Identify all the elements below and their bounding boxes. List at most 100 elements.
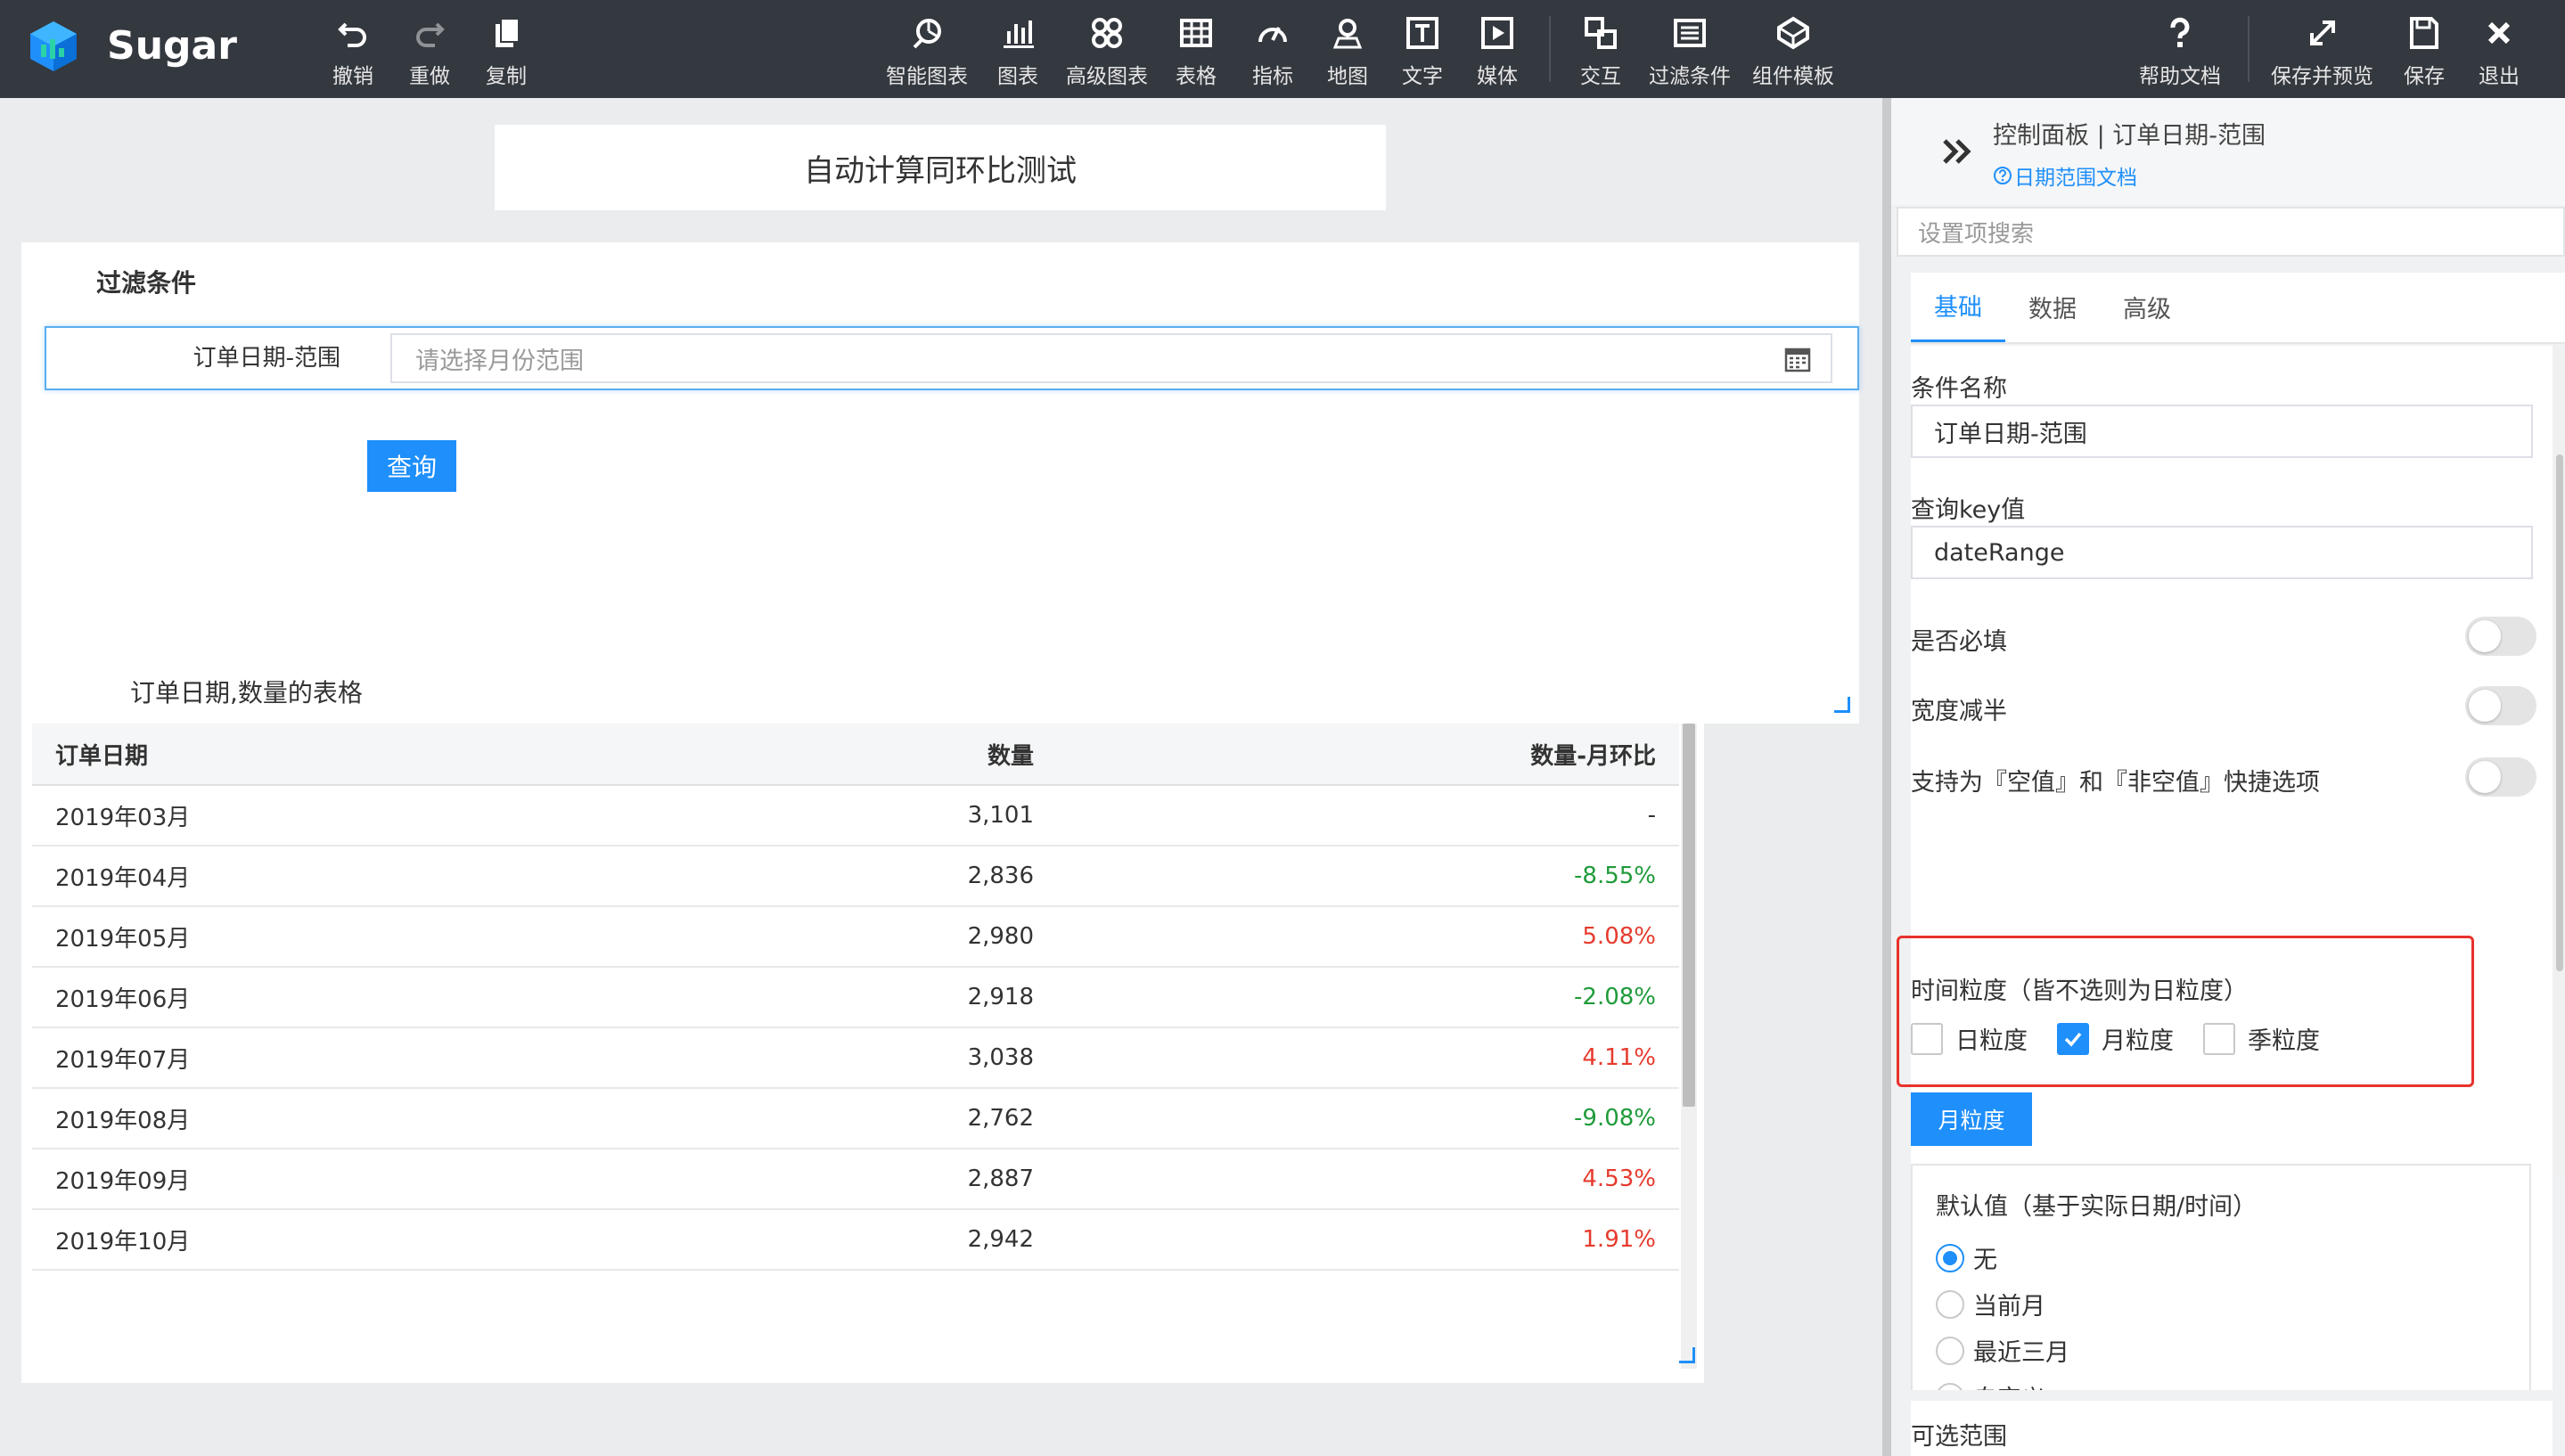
chart-button[interactable]: 图表 — [996, 12, 1039, 89]
redo-button[interactable]: 重做 — [408, 12, 451, 89]
empty-option-toggle[interactable] — [2465, 757, 2536, 797]
cell-qty: 3,038 — [967, 1044, 1034, 1071]
report-title[interactable]: 自动计算同环比测试 — [495, 125, 1386, 210]
column-header-qty[interactable]: 数量 — [567, 738, 1057, 771]
month-range-input[interactable]: 请选择月份范围 — [390, 333, 1832, 383]
default-current-month-radio[interactable]: 当前月 — [1936, 1287, 2045, 1321]
save-and-preview-button[interactable]: 保存并预览 — [2271, 12, 2373, 89]
exit-button[interactable]: 退出 — [2478, 12, 2520, 89]
top-toolbar: Sugar 撤销 重做 复制 智能图表 图表 高级图表 表格 指标 地图 文字 — [0, 0, 2565, 98]
component-template-button[interactable]: 组件模板 — [1752, 12, 1834, 89]
radio-dot — [1936, 1289, 1964, 1319]
smart-chart-button[interactable]: 智能图表 — [886, 12, 968, 89]
settings-search-input[interactable]: 设置项搜索 — [1897, 207, 2565, 257]
copy-button[interactable]: 复制 — [485, 12, 528, 89]
default-last-three-months-radio[interactable]: 最近三月 — [1936, 1333, 2069, 1368]
advanced-chart-button[interactable]: 高级图表 — [1066, 12, 1148, 89]
table-card[interactable]: 订单日期,数量的表格 订单日期 数量 数量-月环比 2019年03月 3,101 -… — [21, 652, 1704, 1383]
tab-data[interactable]: 数据 — [2005, 271, 2100, 342]
table-header-row: 订单日期 数量 数量-月环比 — [32, 724, 1679, 786]
expand-icon — [2301, 12, 2344, 53]
table-button[interactable]: 表格 — [1175, 12, 1217, 89]
granularity-label: 时间粒度（皆不选则为日粒度） — [1911, 977, 2248, 1005]
metric-button[interactable]: 指标 — [1251, 12, 1294, 89]
granularity-day-checkbox[interactable]: 日粒度 — [1911, 1021, 2028, 1056]
condition-name-label: 条件名称 — [1911, 375, 2007, 403]
sugar-logo-icon — [30, 21, 77, 71]
query-key-label: 查询key值 — [1911, 496, 2026, 524]
half-width-label: 宽度减半 — [1911, 698, 2007, 725]
table-scrollbar-thumb[interactable] — [1683, 724, 1695, 1107]
granularity-tag-button[interactable]: 月粒度 — [1911, 1092, 2032, 1146]
table-row[interactable]: 2019年05月 2,980 5.08% — [32, 907, 1679, 968]
checkbox-box — [2057, 1022, 2089, 1055]
query-button[interactable]: 查询 — [367, 440, 456, 492]
panel-section-gap — [1891, 1390, 2565, 1401]
undo-button[interactable]: 撤销 — [332, 12, 374, 89]
table-scrollbar[interactable] — [1681, 724, 1697, 1369]
half-width-toggle[interactable] — [2465, 686, 2536, 725]
filter-card[interactable]: 过滤条件 订单日期-范围 请选择月份范围 查询 — [21, 242, 1859, 724]
copy-icon — [485, 12, 528, 53]
calendar-icon — [1784, 348, 1811, 372]
panel-tabs: 基础 数据 高级 — [1911, 273, 2565, 344]
month-range-placeholder: 请选择月份范围 — [415, 347, 584, 375]
brand-name: Sugar — [107, 23, 237, 69]
table-row[interactable]: 2019年08月 2,762 -9.08% — [32, 1089, 1679, 1149]
panel-scrollbar[interactable] — [2554, 348, 2565, 1176]
required-toggle[interactable] — [2465, 617, 2536, 656]
table-row[interactable]: 2019年10月 2,942 1.91% — [32, 1210, 1679, 1271]
radio-dot — [1936, 1243, 1964, 1272]
cell-mom: -9.08% — [1574, 1105, 1656, 1132]
table-body: 2019年03月 3,101 - 2019年04月 2,836 -8.55% 2019年05… — [32, 786, 1679, 1271]
granularity-highlight-box — [1897, 936, 2474, 1087]
radio-dot — [1936, 1336, 1964, 1365]
cell-mom: -2.08% — [1574, 984, 1656, 1010]
advanced-chart-icon — [1086, 12, 1128, 53]
cell-qty: 2,980 — [967, 923, 1034, 950]
condition-name-input[interactable]: 订单日期-范围 — [1911, 405, 2533, 458]
panel-scrollbar-thumb[interactable] — [2556, 454, 2563, 971]
interaction-button[interactable]: 交互 — [1579, 12, 1622, 89]
double-chevron-right-icon[interactable] — [1938, 132, 1977, 171]
save-icon — [2403, 12, 2446, 53]
resize-handle-icon[interactable] — [1834, 697, 1850, 713]
default-none-radio[interactable]: 无 — [1936, 1240, 1997, 1275]
resize-handle-icon[interactable] — [1679, 1347, 1695, 1363]
cell-qty: 2,887 — [967, 1166, 1034, 1192]
column-header-mom[interactable]: 数量-月环比 — [1057, 738, 1679, 771]
cell-mom: -8.55% — [1574, 863, 1656, 889]
required-label: 是否必填 — [1911, 628, 2007, 656]
map-button[interactable]: 地图 — [1326, 12, 1369, 89]
panel-divider[interactable] — [1882, 98, 1891, 1456]
date-range-filter[interactable]: 订单日期-范围 请选择月份范围 — [45, 326, 1859, 390]
map-pin-icon — [1326, 12, 1369, 53]
tab-advanced[interactable]: 高级 — [2100, 271, 2194, 342]
query-key-input[interactable]: dateRange — [1911, 526, 2533, 579]
filter-condition-button[interactable]: 过滤条件 — [1649, 12, 1731, 89]
save-button[interactable]: 保存 — [2403, 12, 2446, 89]
help-doc-button[interactable]: 帮助文档 — [2139, 12, 2221, 89]
question-circle-icon — [1994, 167, 2012, 184]
table-row[interactable]: 2019年09月 2,887 4.53% — [32, 1149, 1679, 1210]
media-button[interactable]: 媒体 — [1476, 12, 1519, 89]
granularity-month-checkbox[interactable]: 月粒度 — [2057, 1021, 2174, 1056]
cell-mom: 4.11% — [1582, 1044, 1656, 1071]
table-row[interactable]: 2019年04月 2,836 -8.55% — [32, 847, 1679, 907]
text-button[interactable]: 文字 — [1401, 12, 1444, 89]
undo-icon — [332, 12, 374, 53]
column-header-date[interactable]: 订单日期 — [32, 738, 567, 771]
cell-qty: 2,836 — [967, 863, 1034, 889]
tab-basic[interactable]: 基础 — [1911, 271, 2005, 342]
help-icon — [2159, 12, 2201, 53]
toolbar-separator — [1549, 16, 1551, 82]
close-icon — [2478, 12, 2520, 53]
table-row[interactable]: 2019年06月 2,918 -2.08% — [32, 968, 1679, 1028]
date-range-doc-link[interactable]: 日期范围文档 — [1993, 160, 2137, 191]
granularity-quarter-checkbox[interactable]: 季粒度 — [2203, 1021, 2320, 1056]
table-row[interactable]: 2019年07月 3,038 4.11% — [32, 1028, 1679, 1089]
cell-date: 2019年07月 — [55, 1046, 191, 1074]
table-row[interactable]: 2019年03月 3,101 - — [32, 786, 1679, 847]
cell-date: 2019年10月 — [55, 1228, 191, 1256]
data-table: 订单日期 数量 数量-月环比 2019年03月 3,101 - 2019年04月 2,8… — [32, 724, 1679, 1271]
